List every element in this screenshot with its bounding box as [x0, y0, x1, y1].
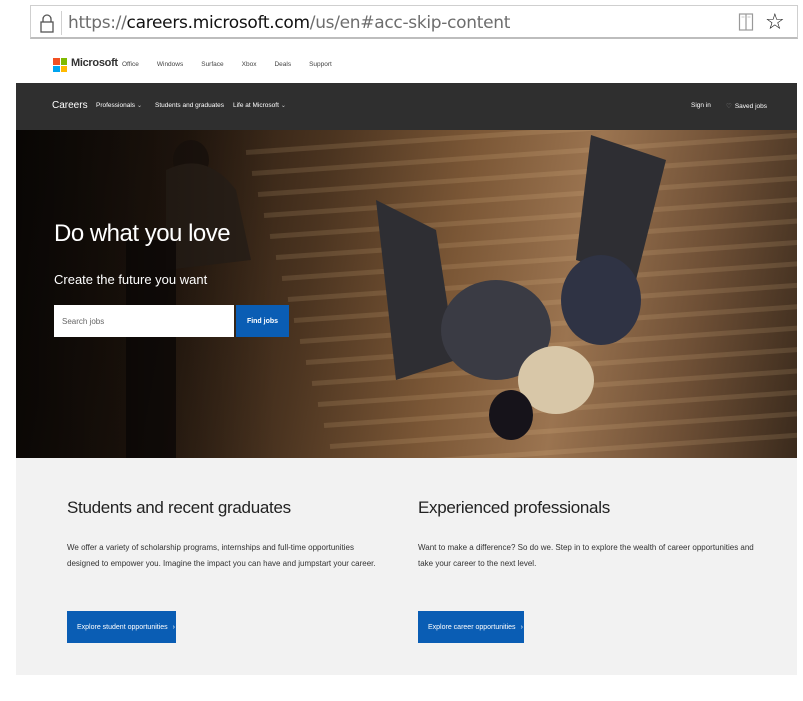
microsoft-logo-icon[interactable] — [53, 58, 67, 72]
chair-left — [376, 200, 456, 380]
explore-student-button[interactable]: Explore student opportunities › — [67, 611, 176, 643]
chevron-down-icon: ⌄ — [280, 103, 286, 109]
nav-item-professionals[interactable]: Professionals ⌄ — [96, 102, 142, 109]
nav-item-life-at-microsoft[interactable]: Life at Microsoft ⌄ — [233, 102, 286, 109]
saved-jobs-label: Saved jobs — [734, 103, 767, 110]
logo-square-green — [60, 58, 67, 65]
career-paths-section: Students and recent graduates We offer a… — [16, 458, 797, 675]
chevron-down-icon: ⌄ — [137, 103, 143, 109]
logo-square-red — [53, 58, 60, 65]
nav-item-label: Professionals — [96, 102, 136, 109]
nav-item-label: Life at Microsoft — [233, 102, 279, 109]
hero-shade — [16, 130, 276, 458]
professionals-text: Want to make a difference? So do we. Ste… — [418, 543, 754, 568]
person-right — [561, 255, 641, 345]
chevron-right-icon: › — [520, 623, 523, 631]
students-text: We offer a variety of scholarship progra… — [67, 543, 376, 568]
logo-square-yellow — [60, 65, 67, 72]
search-jobs-input[interactable] — [54, 305, 234, 337]
logo-square-blue — [53, 65, 60, 72]
favorite-star-icon[interactable]: ☆ — [765, 8, 785, 36]
reading-view-icon[interactable] — [738, 12, 754, 32]
lock-icon — [40, 14, 54, 33]
url-text[interactable]: https://careers.microsoft.com/us/en#acc-… — [68, 11, 510, 35]
ms-link-deals[interactable]: Deals — [274, 61, 291, 68]
professionals-title: Experienced professionals — [418, 498, 610, 517]
url-path: /us/en#acc-skip-content — [309, 13, 511, 33]
url-prefix: https:// — [68, 13, 127, 33]
ms-link-xbox[interactable]: Xbox — [242, 61, 257, 68]
saved-jobs-link[interactable]: ♡ Saved jobs — [726, 102, 767, 110]
sign-in-link[interactable]: Sign in — [691, 102, 711, 109]
students-title: Students and recent graduates — [67, 498, 291, 517]
address-divider — [61, 11, 62, 35]
bag — [489, 390, 533, 440]
explore-career-button[interactable]: Explore career opportunities › — [418, 611, 524, 643]
ms-link-windows[interactable]: Windows — [157, 61, 183, 68]
hero-subtitle: Create the future you want — [54, 272, 208, 287]
microsoft-links: Office Windows Surface Xbox Deals Suppor… — [122, 61, 350, 68]
ms-link-surface[interactable]: Surface — [201, 61, 223, 68]
chevron-right-icon: › — [172, 623, 176, 631]
address-bar[interactable]: https://careers.microsoft.com/us/en#acc-… — [30, 5, 798, 39]
ms-link-office[interactable]: Office — [122, 61, 139, 68]
button-label: Explore student opportunities — [77, 623, 168, 631]
nav-item-label: Students and graduates — [155, 102, 225, 109]
microsoft-brand[interactable]: Microsoft — [71, 57, 118, 69]
hero-title: Do what you love — [54, 220, 231, 247]
heart-icon: ♡ — [726, 103, 732, 110]
careers-brand[interactable]: Careers — [52, 100, 88, 111]
microsoft-nav: Microsoft Office Windows Surface Xbox De… — [16, 48, 797, 83]
nav-item-students[interactable]: Students and graduates — [155, 102, 224, 109]
browser-toolbar: https://careers.microsoft.com/us/en#acc-… — [0, 0, 803, 44]
button-label: Explore career opportunities — [428, 623, 516, 631]
careers-nav: Careers Professionals ⌄ Students and grad… — [16, 83, 797, 130]
ms-link-support[interactable]: Support — [309, 61, 332, 68]
url-domain: careers.microsoft.com — [126, 13, 311, 33]
find-jobs-button[interactable]: Find jobs — [236, 305, 289, 337]
hero-banner: Do what you love Create the future you w… — [16, 130, 797, 458]
